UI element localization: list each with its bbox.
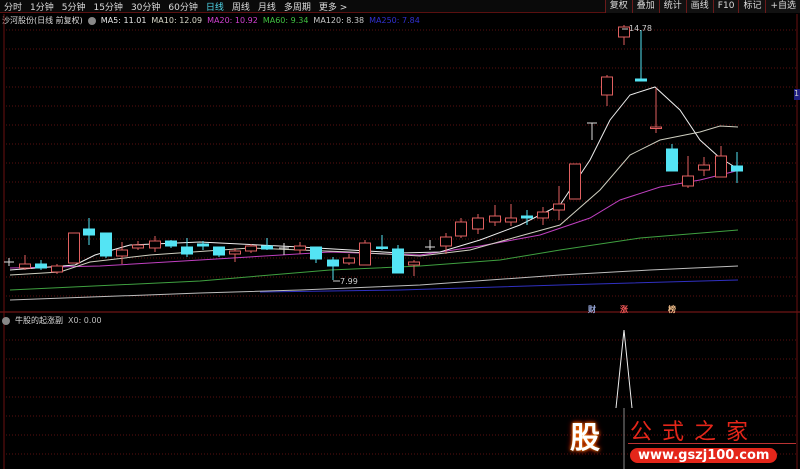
candle-body xyxy=(682,175,694,187)
candle-body xyxy=(698,164,710,171)
candle-body xyxy=(165,240,177,247)
indicator-name: 牛股的起涨副 xyxy=(15,316,63,325)
ma-line xyxy=(9,229,739,291)
candle-body xyxy=(408,261,420,266)
candle-body xyxy=(569,163,581,200)
indicator-value: X0: 0.00 xyxy=(68,316,102,325)
candle-body xyxy=(35,263,47,269)
candle-body xyxy=(245,245,257,252)
ma-line xyxy=(259,279,739,293)
event-tag-limit-up[interactable]: 涨 xyxy=(620,304,628,315)
candle-body xyxy=(440,236,452,247)
candle-body xyxy=(116,249,128,257)
candle-body xyxy=(310,246,322,260)
candle-body xyxy=(521,215,533,219)
kline-chart[interactable] xyxy=(0,0,800,469)
high-price-label: 14.78 xyxy=(629,24,652,33)
candle-body xyxy=(537,211,549,219)
candle-body xyxy=(294,245,306,251)
indicator-line xyxy=(615,329,633,409)
axis-marker: 1 xyxy=(794,89,800,100)
candle-body xyxy=(376,246,388,249)
candle-body xyxy=(327,259,339,267)
candle-body xyxy=(343,257,355,264)
candle-body xyxy=(213,246,225,256)
candle-body xyxy=(261,245,273,250)
candle-body xyxy=(132,244,144,249)
candle-body xyxy=(650,126,662,129)
low-price-label: 7.99 xyxy=(340,277,358,286)
candle-body xyxy=(197,243,209,247)
candle-body xyxy=(715,155,727,178)
candle-body xyxy=(489,215,501,223)
candle-body xyxy=(83,228,95,236)
logo-name: 公式之家 xyxy=(630,420,759,445)
candle-body xyxy=(181,246,193,255)
candle-body xyxy=(149,240,161,249)
indicator-header: 牛股的起涨副 X0: 0.00 xyxy=(2,315,102,326)
candle-body xyxy=(68,232,80,264)
candle-body xyxy=(472,217,484,230)
candle-body xyxy=(359,242,371,266)
event-tag-rank[interactable]: 榜 xyxy=(668,304,676,315)
logo-glyph: 股 xyxy=(570,421,600,456)
candle-body xyxy=(229,250,241,255)
candle-body xyxy=(51,265,63,273)
settings-icon[interactable] xyxy=(2,316,10,325)
candle-body xyxy=(455,221,467,237)
candle-body xyxy=(666,148,678,172)
candle-body xyxy=(505,217,517,223)
candle-body xyxy=(392,248,404,274)
candle-body xyxy=(635,78,647,82)
event-tag-finance[interactable]: 财 xyxy=(588,304,596,315)
logo-divider xyxy=(628,443,796,444)
candle-body xyxy=(100,232,112,257)
candle-body xyxy=(553,203,565,211)
logo-url: www.gszj100.com xyxy=(630,448,778,463)
candle-body xyxy=(601,76,613,96)
watermark-logo: 股 公式之家 www.gszj100.com xyxy=(560,410,800,469)
candle-body xyxy=(19,263,31,269)
candle-body xyxy=(731,165,743,172)
ma-line xyxy=(9,86,741,271)
